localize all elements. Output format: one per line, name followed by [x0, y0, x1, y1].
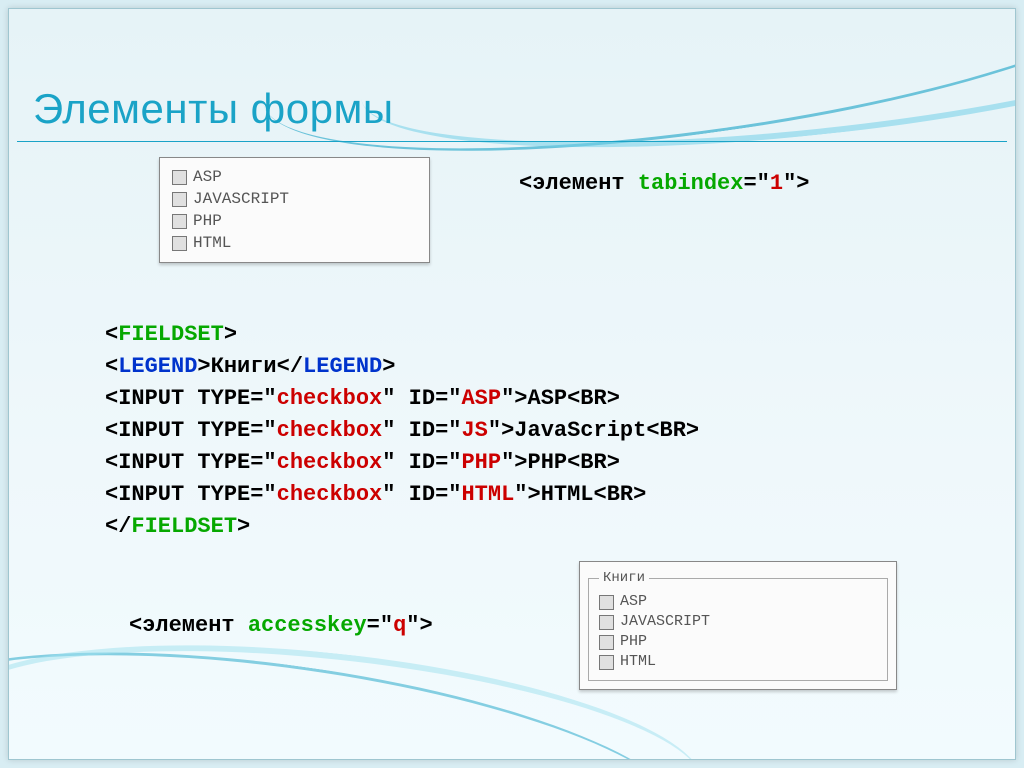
- list-item: JavaScript: [172, 188, 417, 210]
- code-line: <INPUT TYPE="checkbox" ID="HTML">HTML<BR…: [105, 479, 699, 511]
- checkbox-icon: [172, 236, 187, 251]
- checkbox-icon: [599, 655, 614, 670]
- list-item: PHP: [172, 210, 417, 232]
- code-accesskey: <элемент accesskey="q">: [129, 613, 433, 638]
- checkbox-icon: [599, 615, 614, 630]
- list-item: HTML: [172, 232, 417, 254]
- checkbox-icon: [172, 170, 187, 185]
- code-line: </FIELDSET>: [105, 511, 699, 543]
- list-item: ASP: [172, 166, 417, 188]
- list-item-label: PHP: [620, 632, 647, 652]
- list-item-label: PHP: [193, 210, 222, 232]
- fieldset: Книги ASP JavaScript PHP HTML: [588, 570, 888, 681]
- code-line: <INPUT TYPE="checkbox" ID="PHP">PHP<BR>: [105, 447, 699, 479]
- list-item: PHP: [599, 632, 877, 652]
- list-item: HTML: [599, 652, 877, 672]
- list-item-label: JavaScript: [193, 188, 289, 210]
- fieldset-legend: Книги: [599, 570, 649, 586]
- code-tabindex: <элемент tabindex="1">: [519, 171, 809, 196]
- slide-title: Элементы формы: [33, 85, 394, 133]
- checkbox-icon: [599, 635, 614, 650]
- list-item: ASP: [599, 592, 877, 612]
- code-line: <INPUT TYPE="checkbox" ID="ASP">ASP<BR>: [105, 383, 699, 415]
- checkbox-icon: [172, 214, 187, 229]
- code-line: <INPUT TYPE="checkbox" ID="JS">JavaScrip…: [105, 415, 699, 447]
- checkbox-icon: [172, 192, 187, 207]
- list-item-label: JavaScript: [620, 612, 710, 632]
- list-item-label: HTML: [620, 652, 656, 672]
- list-item: JavaScript: [599, 612, 877, 632]
- fieldset-preview-bottom: Книги ASP JavaScript PHP HTML: [579, 561, 897, 690]
- code-fieldset: <FIELDSET> <LEGEND>Книги</LEGEND> <INPUT…: [105, 319, 699, 543]
- list-item-label: HTML: [193, 232, 231, 254]
- checkbox-preview-top: ASP JavaScript PHP HTML: [159, 157, 430, 263]
- code-line: <LEGEND>Книги</LEGEND>: [105, 351, 699, 383]
- decoration-swoosh: [353, 8, 1016, 182]
- slide: Элементы формы ASP JavaScript PHP HTML <…: [8, 8, 1016, 760]
- list-item-label: ASP: [193, 166, 222, 188]
- checkbox-icon: [599, 595, 614, 610]
- list-item-label: ASP: [620, 592, 647, 612]
- title-underline: [17, 141, 1007, 142]
- code-line: <FIELDSET>: [105, 319, 699, 351]
